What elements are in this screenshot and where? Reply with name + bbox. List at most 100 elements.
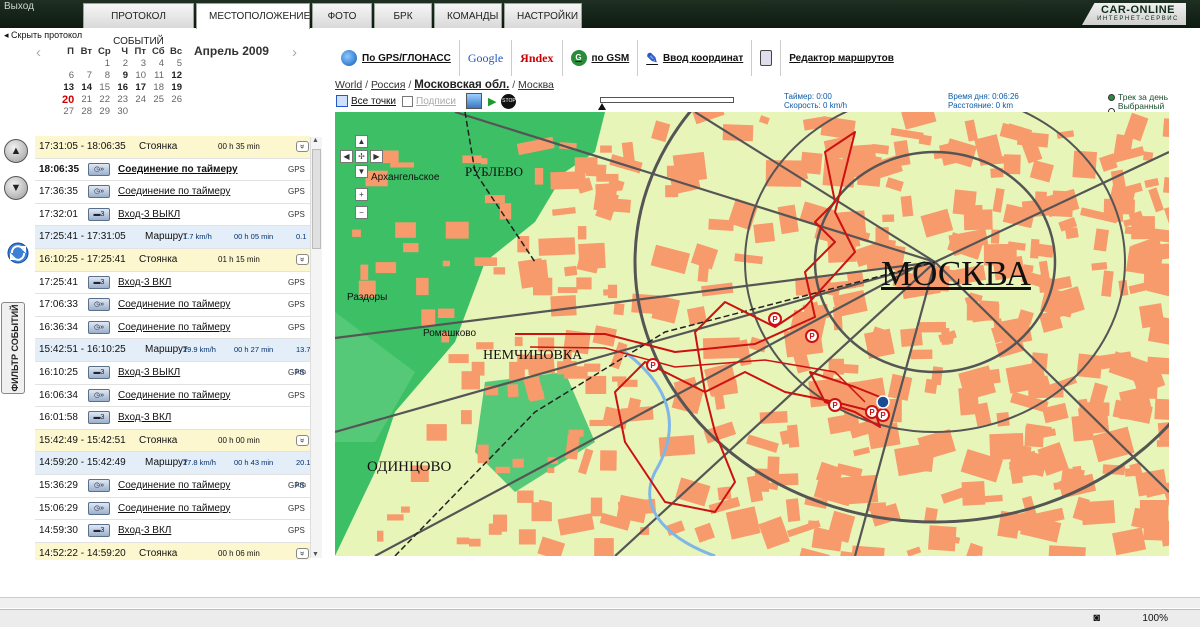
event-filter-tab[interactable]: ФИЛЬТР СОБЫТИЙ: [1, 302, 25, 394]
pan-up-icon[interactable]: ▲: [355, 135, 368, 148]
calendar-day[interactable]: 1: [98, 58, 110, 70]
all-points-icon[interactable]: [336, 95, 348, 107]
calendar-day[interactable]: 29: [98, 106, 110, 118]
expand-icon[interactable]: »: [296, 253, 309, 265]
tab-location[interactable]: МЕСТОПОЛОЖЕНИЕ: [196, 3, 310, 29]
event-label[interactable]: Вход-3 ВЫКЛ: [118, 204, 180, 226]
pan-down-icon[interactable]: ▼: [355, 165, 368, 178]
parking-row[interactable]: 16:10:25 - 17:25:41 Стоянка 01 h 15 min »: [35, 248, 310, 272]
parking-row[interactable]: 17:31:05 - 18:06:35 Стоянка 00 h 35 min »: [35, 136, 310, 159]
calendar-day[interactable]: 4: [152, 58, 164, 70]
event-row[interactable]: 17:06:33 ◷» Соединение по таймеру GPS: [35, 294, 310, 317]
calendar-day[interactable]: 27: [62, 106, 74, 118]
event-row[interactable]: 17:25:41 ▬3 Вход-3 ВКЛ GPS: [35, 272, 310, 295]
calendar-day[interactable]: 9: [116, 70, 128, 82]
event-list-scrollbar[interactable]: ▲ ▼: [310, 137, 322, 558]
calendar-day[interactable]: 10: [134, 70, 146, 82]
tab-photo[interactable]: ФОТО: [312, 3, 372, 28]
event-label[interactable]: Соединение по таймеру: [118, 294, 230, 316]
calendar-next-button[interactable]: ›: [292, 44, 297, 61]
calendar-day[interactable]: 14: [80, 82, 92, 94]
tab-event-log[interactable]: ПРОТОКОЛ СОБЫТИЙ: [83, 3, 194, 47]
event-row[interactable]: 15:36:29 ◷» Соединение по таймеру GPS: [35, 475, 310, 498]
pan-right-icon[interactable]: ▶: [370, 150, 383, 163]
gps-glonass-button[interactable]: По GPS/ГЛОНАСС: [333, 40, 460, 76]
event-row[interactable]: 16:01:58 ▬3 Вход-3 ВКЛ: [35, 407, 310, 430]
scroll-arrow-down-icon[interactable]: ▼: [312, 551, 319, 558]
coords-input-button[interactable]: ✎ Ввод координат: [638, 40, 753, 76]
calendar-day[interactable]: 15: [98, 82, 110, 94]
event-label[interactable]: Соединение по таймеру: [118, 181, 230, 203]
playback-slider-knob[interactable]: [598, 103, 606, 110]
breadcrumb-city[interactable]: Москва: [518, 79, 554, 91]
hide-protocol-link[interactable]: ◂ Скрыть протокол: [4, 30, 82, 41]
exit-link[interactable]: Выход: [4, 1, 34, 12]
event-label[interactable]: Соединение по таймеру: [118, 385, 230, 407]
route-row[interactable]: 14:59:20 - 15:42:49 Маршрут 27.8 km/h 00 h …: [35, 452, 310, 489]
event-row[interactable]: 14:59:30 ▬3 Вход-3 ВКЛ GPS: [35, 520, 310, 543]
calendar-day[interactable]: 23: [116, 94, 128, 106]
calendar-day[interactable]: 6: [62, 70, 74, 82]
calendar-day[interactable]: 19: [170, 82, 182, 94]
calendar-day[interactable]: 13: [62, 82, 74, 94]
all-points-link[interactable]: Все точки: [351, 96, 396, 107]
calendar-day[interactable]: 28: [80, 106, 92, 118]
route-editor-icon-button[interactable]: [752, 40, 782, 76]
stop-icon[interactable]: STOP: [501, 93, 517, 109]
google-map-button[interactable]: Google: [460, 40, 513, 76]
calendar-day[interactable]: 16: [116, 82, 128, 94]
calendar-day[interactable]: 21: [80, 94, 92, 106]
play-icon[interactable]: ▶: [488, 95, 496, 108]
event-label[interactable]: Соединение по таймеру: [118, 475, 230, 497]
camera-icon[interactable]: ◙: [1093, 612, 1100, 624]
calendar-day[interactable]: 7: [80, 70, 92, 82]
map-view[interactable]: PPPPPP ◀ ✢ ▶ ▲ ▼ + − МОСКВА РУБЛЕВО НЕМЧ…: [335, 112, 1169, 556]
expand-icon[interactable]: »: [296, 547, 309, 559]
zoom-in-icon[interactable]: +: [355, 188, 368, 201]
calendar-day[interactable]: 3: [134, 58, 146, 70]
breadcrumb-region[interactable]: Московская обл.: [414, 79, 509, 91]
breadcrumb-country[interactable]: Россия: [371, 79, 405, 91]
calendar-day[interactable]: 24: [134, 94, 146, 106]
calendar-day[interactable]: 17: [134, 82, 146, 94]
scroll-arrow-up-icon[interactable]: ▲: [312, 137, 319, 144]
parking-row[interactable]: 14:52:22 - 14:59:20 Стоянка 00 h 06 min »: [35, 542, 310, 560]
calendar-day[interactable]: 12: [170, 70, 182, 82]
parking-row[interactable]: 15:42:49 - 15:42:51 Стоянка 00 h 00 min »: [35, 429, 310, 453]
event-label[interactable]: Вход-3 ВКЛ: [118, 520, 171, 542]
route-row[interactable]: 17:25:41 - 17:31:05 Маршрут 1.7 km/h 00 h 0…: [35, 226, 310, 263]
calendar-day[interactable]: 26: [170, 94, 182, 106]
breadcrumb-world[interactable]: World: [335, 79, 362, 91]
tab-commands[interactable]: КОМАНДЫ: [434, 3, 502, 28]
map-layers-icon[interactable]: [465, 93, 482, 109]
calendar-day[interactable]: 20: [62, 94, 74, 106]
calendar-day[interactable]: 25: [152, 94, 164, 106]
event-label[interactable]: Вход-3 ВКЛ: [118, 407, 171, 429]
zoom-level[interactable]: 100%: [1142, 613, 1168, 624]
event-row[interactable]: 17:36:35 ◷» Соединение по таймеру GPS: [35, 181, 310, 204]
pan-left-icon[interactable]: ◀: [340, 150, 353, 163]
event-row[interactable]: 16:10:25 ▬3 Вход-3 ВЫКЛ GPS: [35, 362, 310, 385]
event-label[interactable]: Соединение по таймеру: [118, 317, 230, 339]
event-row[interactable]: 15:06:29 ◷» Соединение по таймеру GPS: [35, 498, 310, 521]
calendar-day[interactable]: 5: [170, 58, 182, 70]
scrollbar-thumb[interactable]: [312, 149, 321, 249]
calendar-prev-button[interactable]: ‹: [36, 44, 41, 61]
calendar-day[interactable]: 18: [152, 82, 164, 94]
event-row[interactable]: 16:36:34 ◷» Соединение по таймеру GPS: [35, 317, 310, 340]
tab-brk[interactable]: БРК: [374, 3, 432, 28]
scroll-down-button[interactable]: ▼: [4, 176, 28, 200]
event-row[interactable]: 16:06:34 ◷» Соединение по таймеру GPS: [35, 385, 310, 408]
zoom-out-icon[interactable]: −: [355, 206, 368, 219]
expand-icon[interactable]: »: [296, 434, 309, 446]
expand-icon[interactable]: »: [296, 141, 309, 152]
event-row[interactable]: 17:32:01 ▬3 Вход-3 ВЫКЛ GPS: [35, 204, 310, 227]
sync-icon[interactable]: [7, 241, 29, 265]
event-label[interactable]: Соединение по таймеру: [118, 498, 230, 520]
calendar-day[interactable]: 2: [116, 58, 128, 70]
tab-settings[interactable]: НАСТРОЙКИ: [504, 3, 582, 28]
route-row[interactable]: 15:42:51 - 16:10:25 Маршрут 29.9 km/h 00 h …: [35, 339, 310, 376]
event-label[interactable]: Соединение по таймеру: [118, 159, 238, 181]
scroll-up-button[interactable]: ▲: [4, 139, 28, 163]
gsm-button[interactable]: G по GSM: [563, 40, 639, 76]
